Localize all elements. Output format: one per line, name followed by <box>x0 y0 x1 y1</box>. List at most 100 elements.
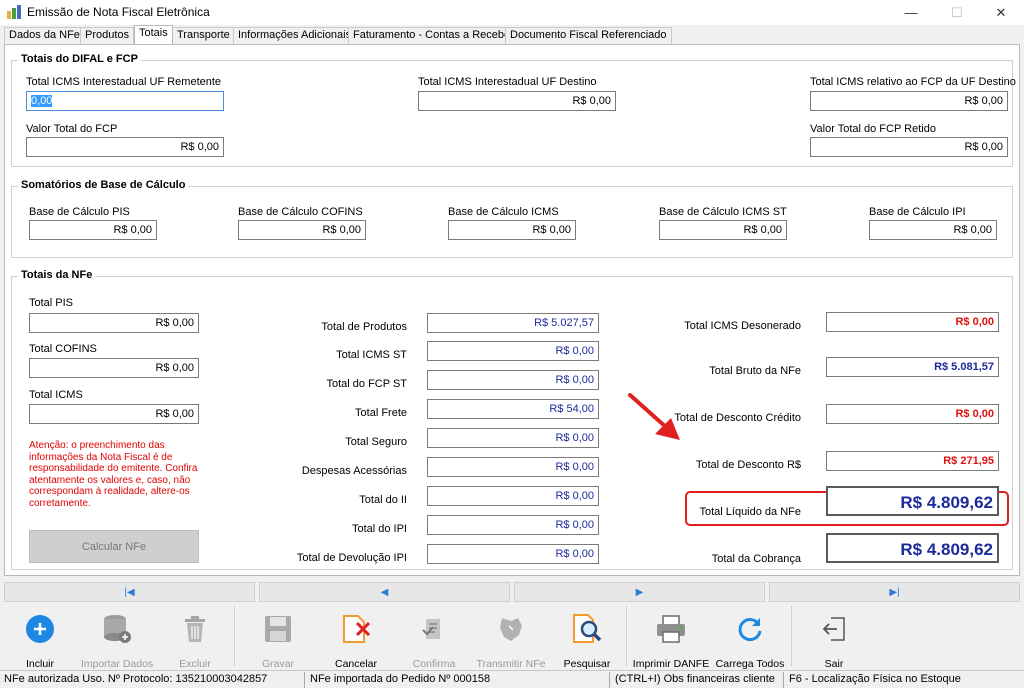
tab-documento-referenciado[interactable]: Documento Fiscal Referenciado <box>505 27 672 44</box>
base-ipi-label: Base de Cálculo IPI <box>869 206 966 218</box>
tab-strip: Dados da NFe Produtos Totais Transporte … <box>4 25 1020 44</box>
tab-faturamento[interactable]: Faturamento - Contas a Receber <box>348 27 519 44</box>
imprimir-danfe-label: Imprimir DANFE <box>632 658 710 670</box>
minimize-button[interactable]: — <box>888 0 934 25</box>
totais-panel: Totais do DIFAL e FCP Total ICMS Interes… <box>4 44 1020 576</box>
total-seguro-input[interactable]: R$ 0,00 <box>427 428 599 448</box>
annotation-arrow-icon <box>628 393 680 440</box>
incluir-label: Incluir <box>25 658 54 670</box>
title-bar: Emissão de Nota Fiscal Eletrônica — ☐ ✕ <box>0 0 1024 25</box>
tab-produtos[interactable]: Produtos <box>80 27 135 44</box>
document-search-icon <box>570 612 604 645</box>
record-navigation: |◀ ◀ ▶ ▶| <box>4 582 1020 602</box>
status-separator <box>304 672 305 688</box>
toolbar: Incluir Importar Dados Excluir Gravar Ca… <box>0 604 1024 670</box>
previous-record-button[interactable]: ◀ <box>259 582 510 602</box>
tab-transporte[interactable]: Transporte <box>172 27 235 44</box>
desconto-credito-input[interactable]: R$ 0,00 <box>826 404 999 424</box>
importar-dados-label: Importar Dados <box>80 658 154 670</box>
total-bruto-input[interactable]: R$ 5.081,57 <box>826 357 999 377</box>
total-pis-input[interactable]: R$ 0,00 <box>29 313 199 333</box>
calcular-nfe-button[interactable]: Calcular NFe <box>29 530 199 563</box>
tab-dados-nfe[interactable]: Dados da NFe <box>4 27 85 44</box>
total-fcp-st-label: Total do FCP ST <box>326 378 408 390</box>
despesas-input[interactable]: R$ 0,00 <box>427 457 599 477</box>
toolbar-separator <box>234 606 235 666</box>
last-record-button[interactable]: ▶| <box>769 582 1020 602</box>
document-check-icon <box>417 612 451 645</box>
icms-destino-input[interactable]: R$ 0,00 <box>418 91 616 111</box>
base-ipi-input[interactable]: R$ 0,00 <box>869 220 997 240</box>
icms-desonerado-input[interactable]: R$ 0,00 <box>826 312 999 332</box>
maximize-button[interactable]: ☐ <box>934 0 980 25</box>
total-cofins-input[interactable]: R$ 0,00 <box>29 358 199 378</box>
refresh-icon <box>733 612 767 645</box>
base-calculo-title: Somatórios de Base de Cálculo <box>18 179 189 191</box>
devolucao-ipi-input[interactable]: R$ 0,00 <box>427 544 599 564</box>
valor-fcp-label: Valor Total do FCP <box>26 123 118 135</box>
excluir-button[interactable]: Excluir <box>162 604 228 670</box>
total-cobranca-input[interactable]: R$ 4.809,62 <box>826 533 999 563</box>
total-cofins-label: Total COFINS <box>29 343 97 355</box>
cancelar-button[interactable]: Cancelar <box>323 604 389 670</box>
valor-fcp-input[interactable]: R$ 0,00 <box>26 137 224 157</box>
gravar-button[interactable]: Gravar <box>245 604 311 670</box>
total-desconto-input[interactable]: R$ 271,95 <box>826 451 999 471</box>
cancelar-label: Cancelar <box>334 658 378 670</box>
confirma-button[interactable]: Confirma <box>401 604 467 670</box>
icms-desonerado-label: Total ICMS Desonerado <box>684 320 801 332</box>
total-ipi-input[interactable]: R$ 0,00 <box>427 515 599 535</box>
importar-dados-button[interactable]: Importar Dados <box>80 604 154 670</box>
carrega-todos-label: Carrega Todos <box>715 658 785 670</box>
total-icms-st-input[interactable]: R$ 0,00 <box>427 341 599 361</box>
total-produtos-input[interactable]: R$ 5.027,57 <box>427 313 599 333</box>
incluir-button[interactable]: Incluir <box>7 604 73 670</box>
warning-text: Atenção: o preenchimento das informações… <box>29 440 198 509</box>
printer-icon <box>654 612 688 645</box>
icms-destino-label: Total ICMS Interestadual UF Destino <box>418 76 597 88</box>
save-icon <box>261 612 295 645</box>
pesquisar-button[interactable]: Pesquisar <box>554 604 620 670</box>
total-icms-input[interactable]: R$ 0,00 <box>29 404 199 424</box>
base-icms-input[interactable]: R$ 0,00 <box>448 220 576 240</box>
plus-circle-icon <box>23 612 57 645</box>
total-frete-input[interactable]: R$ 54,00 <box>427 399 599 419</box>
first-record-button[interactable]: |◀ <box>4 582 255 602</box>
total-bruto-label: Total Bruto da NFe <box>709 365 801 377</box>
sair-button[interactable]: Sair <box>801 604 867 670</box>
status-bar: NFe autorizada Uso. Nº Protocolo: 135210… <box>0 670 1024 688</box>
base-cofins-label: Base de Cálculo COFINS <box>238 206 363 218</box>
base-cofins-input[interactable]: R$ 0,00 <box>238 220 366 240</box>
transmitir-nfe-label: Transmitir NFe <box>476 658 546 670</box>
tab-informacoes-adicionais[interactable]: Informações Adicionais <box>233 27 357 44</box>
icms-remetente-value: 0,00 <box>31 95 53 107</box>
status-separator <box>609 672 610 688</box>
map-icon <box>494 612 528 645</box>
total-desconto-label: Total de Desconto R$ <box>695 459 801 471</box>
total-cobranca-label: Total da Cobrança <box>711 553 801 565</box>
total-fcp-st-input[interactable]: R$ 0,00 <box>427 370 599 390</box>
status-protocolo: NFe autorizada Uso. Nº Protocolo: 135210… <box>4 673 268 685</box>
carrega-todos-button[interactable]: Carrega Todos <box>714 604 786 670</box>
imprimir-danfe-button[interactable]: Imprimir DANFE <box>632 604 710 670</box>
gravar-label: Gravar <box>261 658 295 670</box>
database-add-icon <box>100 612 134 645</box>
transmitir-nfe-button[interactable]: Transmitir NFe <box>476 604 546 670</box>
total-liquido-input[interactable]: R$ 4.809,62 <box>826 486 999 516</box>
total-icms-st-label: Total ICMS ST <box>336 349 407 361</box>
icms-remetente-input[interactable]: 0,00 <box>26 91 224 111</box>
total-ii-input[interactable]: R$ 0,00 <box>427 486 599 506</box>
tab-totais[interactable]: Totais <box>134 25 173 44</box>
base-icms-st-input[interactable]: R$ 0,00 <box>659 220 787 240</box>
base-pis-input[interactable]: R$ 0,00 <box>29 220 157 240</box>
fcp-retido-input[interactable]: R$ 0,00 <box>810 137 1008 157</box>
despesas-label: Despesas Acessórias <box>301 465 407 477</box>
total-liquido-label: Total Líquido da NFe <box>699 506 801 518</box>
fcp-uf-destino-input[interactable]: R$ 0,00 <box>810 91 1008 111</box>
total-produtos-label: Total de Produtos <box>321 321 407 333</box>
sair-label: Sair <box>824 658 844 670</box>
next-record-button[interactable]: ▶ <box>514 582 765 602</box>
close-button[interactable]: ✕ <box>978 0 1024 25</box>
toolbar-separator <box>791 606 792 666</box>
difal-title: Totais do DIFAL e FCP <box>18 53 141 65</box>
